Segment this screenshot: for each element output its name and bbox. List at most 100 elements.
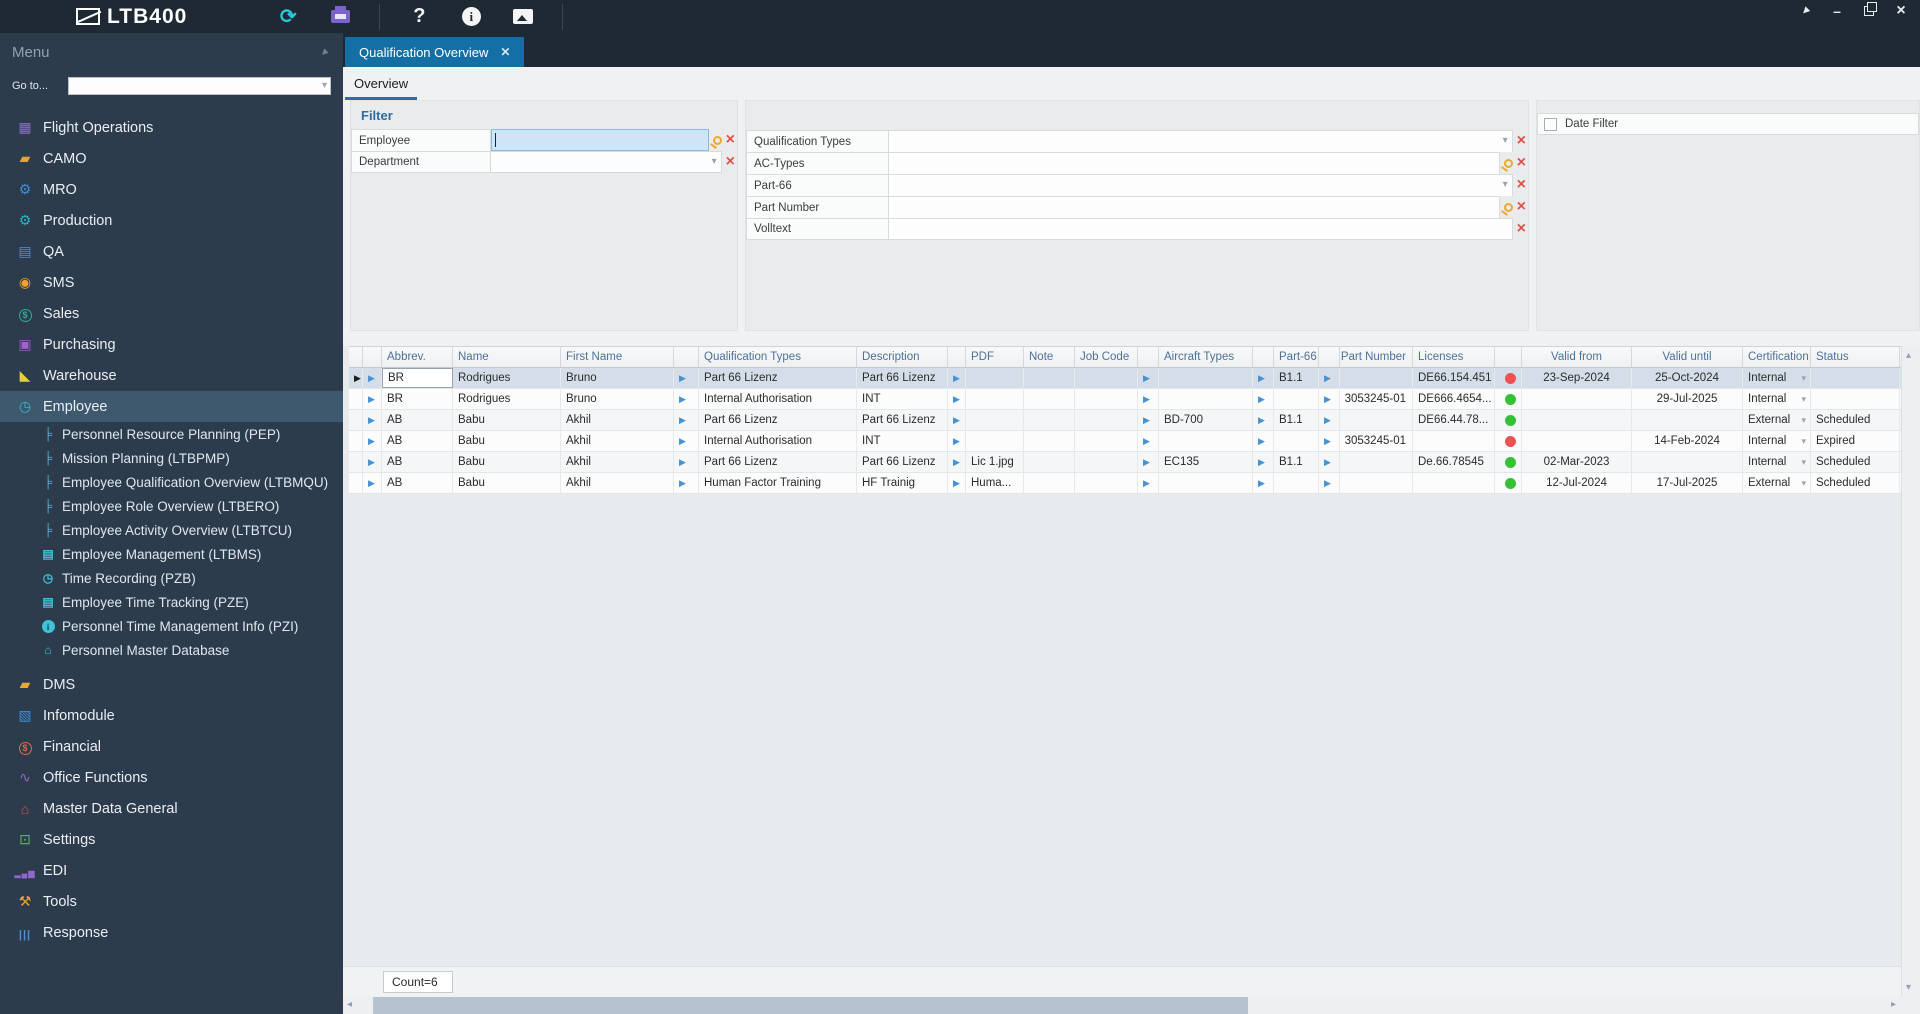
expand-arrow-icon[interactable]: ▶ — [1324, 373, 1331, 384]
sidebar-item-sales[interactable]: $ Sales — [0, 298, 343, 329]
cell-p66[interactable] — [1274, 389, 1319, 409]
sidebar-item-tools[interactable]: ⚒ Tools — [0, 886, 343, 917]
sidebar-subitem-time-recording-pzb[interactable]: ◷ Time Recording (PZB) — [0, 566, 343, 590]
cell-qual[interactable]: Part 66 Lizenz — [699, 452, 857, 472]
expand-arrow-icon[interactable]: ▶ — [679, 478, 686, 489]
sidebar-item-office-functions[interactable]: ∿ Office Functions — [0, 762, 343, 793]
cell-qual[interactable]: Part 66 Lizenz — [699, 410, 857, 430]
cell-note[interactable] — [1024, 473, 1075, 493]
clear-filter-icon[interactable]: × — [726, 154, 735, 170]
expand-arrow-icon[interactable]: ▶ — [1324, 394, 1331, 405]
cell-p66[interactable] — [1274, 431, 1319, 451]
cell-pn[interactable] — [1340, 473, 1413, 493]
table-row[interactable]: ▶ ▶ BR Rodrigues Bruno ▶ Part 66 Lizenz Part 66… — [349, 368, 1901, 389]
column-header-job-code[interactable]: Job Code — [1075, 347, 1138, 367]
cell-status[interactable]: Expired — [1811, 431, 1900, 451]
cell-first[interactable]: Akhil — [561, 452, 674, 472]
expand-arrow-icon[interactable]: ▶ — [1143, 415, 1150, 426]
clear-filter-icon[interactable]: × — [1517, 199, 1526, 215]
cell-status[interactable]: Scheduled — [1811, 410, 1900, 430]
cell-cert[interactable]: Internal ▾ — [1743, 389, 1811, 409]
cell-qual[interactable]: Internal Authorisation — [699, 389, 857, 409]
date-filter-checkbox[interactable] — [1544, 117, 1557, 131]
cell-name[interactable]: Babu — [453, 473, 561, 493]
chevron-down-icon[interactable]: ▾ — [1801, 478, 1806, 489]
minimize-icon[interactable]: – — [1826, 2, 1848, 20]
cell-pn[interactable]: 3053245-01 — [1340, 431, 1413, 451]
pin-icon[interactable]: ► — [1794, 2, 1816, 20]
expand-arrow-icon[interactable]: ▶ — [368, 394, 375, 405]
expand-arrow-icon[interactable]: ▶ — [368, 457, 375, 468]
sidebar-subitem-employee-role-overview-ltbero[interactable]: ╞ Employee Role Overview (LTBERO) — [0, 494, 343, 518]
cell-cert[interactable]: External ▾ — [1743, 410, 1811, 430]
image-icon[interactable] — [510, 4, 536, 30]
expand-arrow-icon[interactable]: ▶ — [953, 394, 960, 405]
cell-pdf[interactable] — [966, 368, 1024, 388]
cell-job[interactable] — [1075, 368, 1138, 388]
cell-p66[interactable] — [1274, 473, 1319, 493]
cell-p66[interactable]: B1.1 — [1274, 452, 1319, 472]
table-row[interactable]: ▶ AB Babu Akhil ▶ Internal Authorisation INT ▶ ▶… — [349, 431, 1901, 452]
print-icon[interactable] — [327, 4, 353, 30]
expand-arrow-icon[interactable]: ▶ — [679, 394, 686, 405]
cell-cert[interactable]: Internal ▾ — [1743, 368, 1811, 388]
expand-arrow-icon[interactable]: ▶ — [1143, 478, 1150, 489]
cell-pdf[interactable] — [966, 389, 1024, 409]
expand-arrow-icon[interactable]: ▶ — [1324, 436, 1331, 447]
expand-arrow-icon[interactable]: ▶ — [1258, 415, 1265, 426]
horizontal-scrollbar[interactable]: ◂ ▸ — [343, 997, 1920, 1014]
cell-desc[interactable]: Part 66 Lizenz — [857, 410, 948, 430]
cell-ac[interactable]: EC135 — [1159, 452, 1253, 472]
column-header-certification[interactable]: Certification — [1743, 347, 1811, 367]
scroll-left-icon[interactable]: ◂ — [347, 999, 352, 1010]
search-icon[interactable] — [712, 135, 722, 145]
cell-pn[interactable] — [1340, 452, 1413, 472]
cell-abbrev[interactable]: BR — [382, 368, 453, 388]
expand-arrow-icon[interactable]: ▶ — [1324, 478, 1331, 489]
cell-qual[interactable]: Human Factor Training — [699, 473, 857, 493]
expand-arrow-icon[interactable]: ▶ — [1258, 373, 1265, 384]
cell-lic[interactable]: DE66.154.451 — [1413, 368, 1495, 388]
vertical-scrollbar[interactable]: ▴ ▾ — [1901, 346, 1920, 997]
department-input[interactable]: ▾ — [491, 151, 722, 173]
cell-name[interactable]: Rodrigues — [453, 389, 561, 409]
cell-p66[interactable]: B1.1 — [1274, 368, 1319, 388]
cell-vuntil[interactable] — [1632, 452, 1743, 472]
tab-qualification-overview[interactable]: Qualification Overview ✕ — [345, 37, 525, 67]
column-header-status[interactable]: Status — [1811, 347, 1900, 367]
cell-name[interactable]: Rodrigues — [453, 368, 561, 388]
cell-name[interactable]: Babu — [453, 452, 561, 472]
cell-pdf[interactable] — [966, 410, 1024, 430]
chevron-down-icon[interactable]: ▾ — [1801, 373, 1806, 384]
cell-note[interactable] — [1024, 410, 1075, 430]
cell-first[interactable]: Bruno — [561, 368, 674, 388]
expand-arrow-icon[interactable]: ▶ — [679, 415, 686, 426]
sidebar-subitem-personnel-master-database[interactable]: ⌂ Personnel Master Database — [0, 638, 343, 662]
sidebar-item-infomodule[interactable]: ▧ Infomodule — [0, 700, 343, 731]
cell-job[interactable] — [1075, 389, 1138, 409]
sidebar-subitem-employee-time-tracking-pze[interactable]: ▤ Employee Time Tracking (PZE) — [0, 590, 343, 614]
clear-filter-icon[interactable]: × — [726, 132, 735, 148]
column-header-part-number[interactable]: Part Number — [1340, 347, 1413, 367]
cell-first[interactable]: Akhil — [561, 473, 674, 493]
cell-lic[interactable] — [1413, 431, 1495, 451]
cell-pn[interactable]: 3053245-01 — [1340, 389, 1413, 409]
cell-vfrom[interactable] — [1522, 389, 1632, 409]
cell-cert[interactable]: Internal ▾ — [1743, 452, 1811, 472]
column-header-valid-from[interactable]: Valid from — [1522, 347, 1632, 367]
expand-arrow-icon[interactable]: ▶ — [953, 457, 960, 468]
cell-status[interactable]: Scheduled — [1811, 473, 1900, 493]
cell-lic[interactable]: De.66.78545 — [1413, 452, 1495, 472]
cell-vfrom[interactable] — [1522, 431, 1632, 451]
cell-abbrev[interactable]: AB — [382, 410, 453, 430]
sidebar-subitem-mission-planning-ltbpmp[interactable]: ╞ Mission Planning (LTBPMP) — [0, 446, 343, 470]
cell-abbrev[interactable]: BR — [382, 389, 453, 409]
sidebar-item-purchasing[interactable]: ▣ Purchasing — [0, 329, 343, 360]
chevron-down-icon[interactable]: ▾ — [1503, 135, 1508, 146]
menu-pin-icon[interactable]: ► — [317, 45, 332, 60]
scroll-down-icon[interactable]: ▾ — [1906, 982, 1911, 993]
sidebar-subitem-personnel-time-management-info-pzi[interactable]: i Personnel Time Management Info (PZI) — [0, 614, 343, 638]
sidebar-item-warehouse[interactable]: ◣ Warehouse — [0, 360, 343, 391]
cell-qual[interactable]: Part 66 Lizenz — [699, 368, 857, 388]
sidebar-item-settings[interactable]: ⊡ Settings — [0, 824, 343, 855]
